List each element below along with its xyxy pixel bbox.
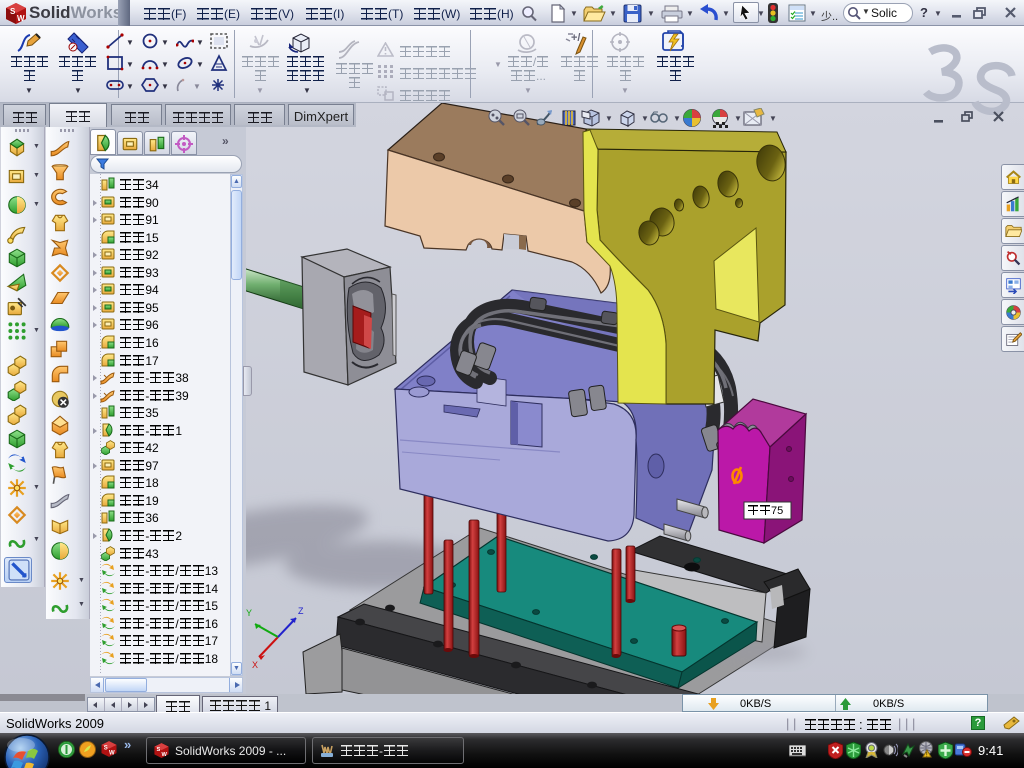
svg-text:S: S [104,745,108,751]
svg-text:W: W [17,14,25,23]
svg-text:+/: +/ [571,32,580,44]
svg-text:Z: Z [298,606,304,616]
svg-text:W: W [109,751,115,757]
svg-text:S: S [10,7,16,16]
svg-text:Y: Y [246,608,252,618]
svg-text:S: S [157,747,161,753]
svg-text:W: W [162,752,168,758]
svg-text:X: X [252,660,258,670]
